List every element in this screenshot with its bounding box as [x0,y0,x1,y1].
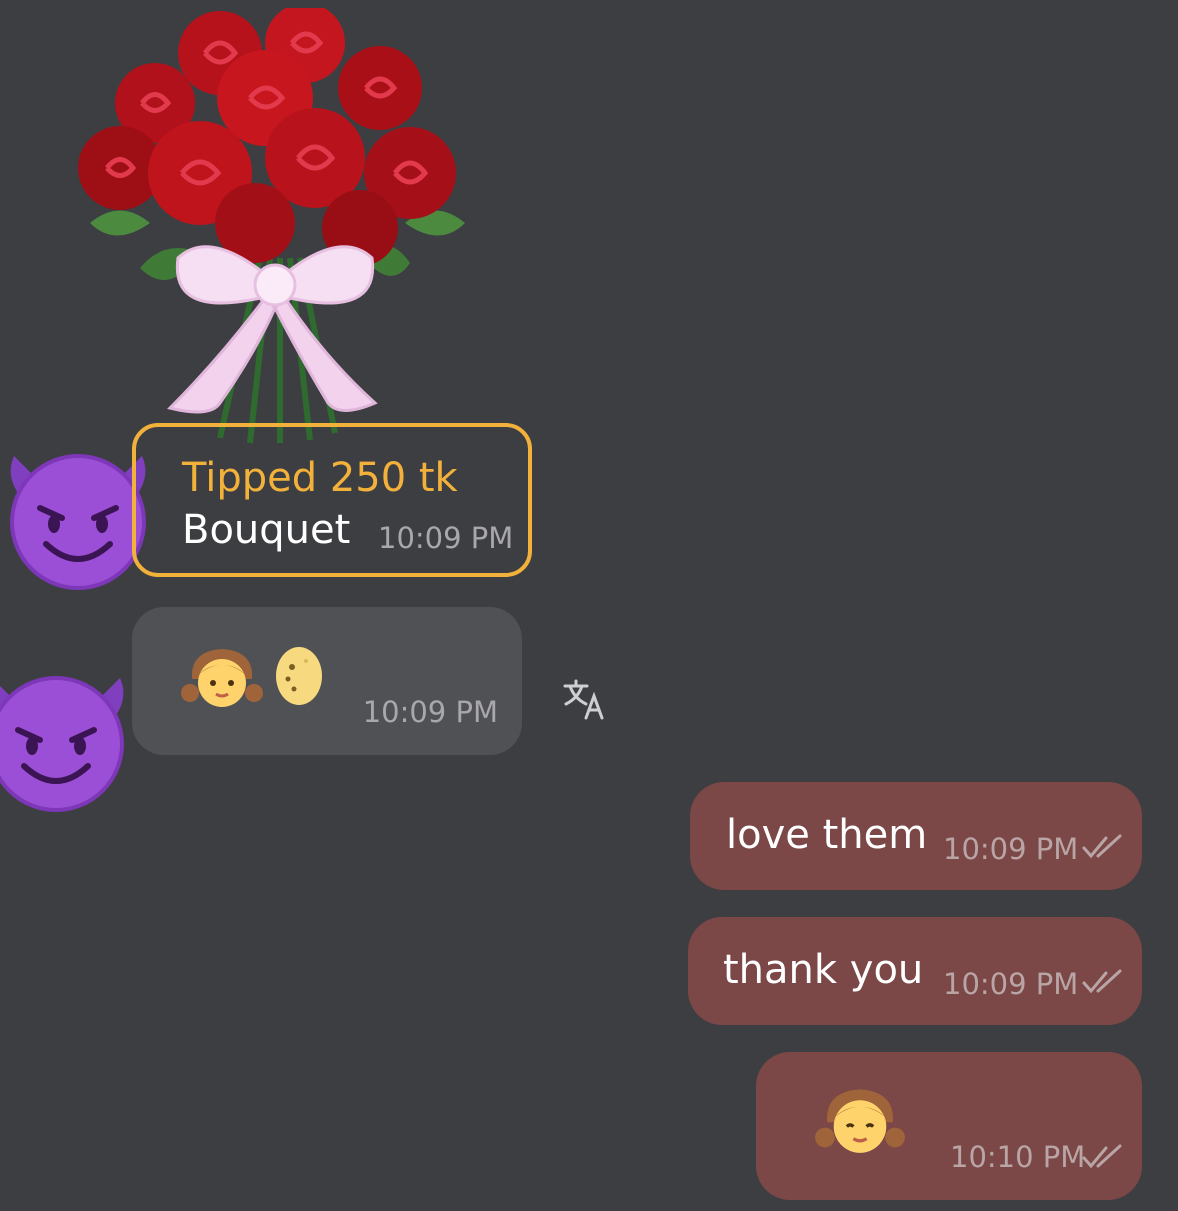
moon-face-emoji-icon [276,647,322,705]
double-check-icon [1082,969,1122,994]
bouquet-icon [78,8,465,444]
girl-emoji-icon [815,1089,905,1153]
message-timestamp: 10:09 PM [943,832,1079,866]
translate-icon[interactable] [562,678,606,722]
message-timestamp: 10:10 PM [950,1140,1086,1174]
double-check-icon [1082,834,1122,859]
outgoing-message-bubble[interactable]: thank you 10:09 PM [688,917,1142,1025]
message-text: thank you [723,947,924,993]
message-text: love them [726,812,928,858]
gift-name-label: Bouquet [182,507,351,553]
tip-amount-label: Tipped 250 tk [182,455,458,501]
girl-emoji-icon [181,649,263,707]
message-timestamp: 10:09 PM [362,695,498,729]
incoming-message-bubble[interactable]: 10:09 PM [132,607,522,755]
outgoing-message-bubble[interactable]: 10:10 PM [756,1052,1142,1200]
outgoing-message-bubble[interactable]: love them 10:09 PM [690,782,1142,890]
double-check-icon [1082,1144,1122,1169]
message-timestamp: 10:09 PM [378,521,514,555]
smiling-devil-avatar-icon[interactable] [0,658,134,814]
gift-tip-card[interactable]: Tipped 250 tk Bouquet 10:09 PM [132,423,532,577]
message-timestamp: 10:09 PM [943,967,1079,1001]
